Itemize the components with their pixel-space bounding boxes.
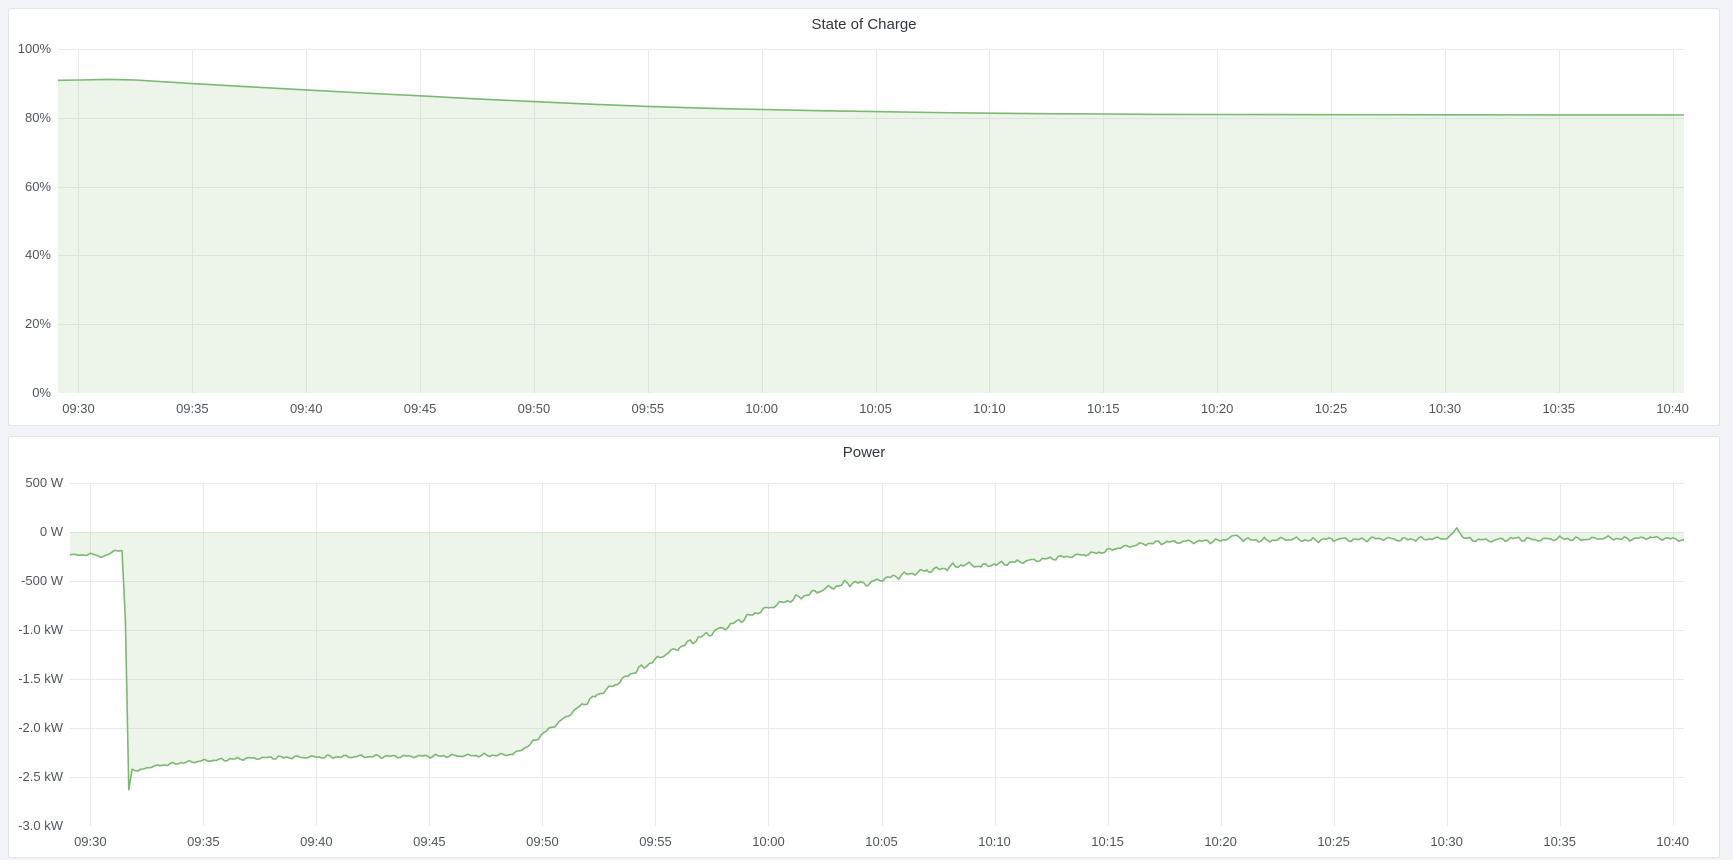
y-axis-tick-label: -2.0 kW (9, 720, 63, 736)
x-axis-tick-label: 10:05 (846, 401, 906, 417)
x-axis-tick-label: 10:35 (1529, 401, 1589, 417)
x-axis-tick-label: 09:40 (276, 401, 336, 417)
x-axis-tick-label: 09:35 (173, 834, 233, 850)
x-axis-tick-label: 09:55 (618, 401, 678, 417)
y-axis-tick-label: -1.0 kW (9, 622, 63, 638)
state-of-charge-area-fill (58, 79, 1684, 393)
x-axis-tick-label: 10:10 (959, 401, 1019, 417)
x-axis-tick-label: 10:15 (1073, 401, 1133, 417)
x-axis-tick-label: 09:30 (60, 834, 120, 850)
x-axis-tick-label: 10:35 (1530, 834, 1590, 850)
state-of-charge-canvas[interactable] (58, 49, 1684, 393)
y-axis-tick-label: 60% (9, 179, 51, 195)
x-axis-tick-label: 09:30 (48, 401, 108, 417)
x-axis-tick-label: 10:20 (1187, 401, 1247, 417)
x-axis-tick-label: 09:50 (512, 834, 572, 850)
x-axis-tick-label: 10:00 (738, 834, 798, 850)
y-axis-tick-label: 0% (9, 385, 51, 401)
state-of-charge-chart[interactable]: 100% 80% 60% 40% 20% 0%09:30 09:35 09:40 09:45 09… (9, 9, 1719, 425)
x-axis-tick-label: 10:25 (1301, 401, 1361, 417)
x-axis-tick-label: 09:45 (390, 401, 450, 417)
power-chart[interactable]: 500 W 0 W -500 W -1.0 kW -1.5 kW -2.0 kW -2.5 … (9, 437, 1719, 857)
y-axis-tick-label: -2.5 kW (9, 769, 63, 785)
x-axis-tick-label: 10:30 (1415, 401, 1475, 417)
x-axis-tick-label: 09:35 (162, 401, 222, 417)
y-axis-tick-label: -3.0 kW (9, 818, 63, 834)
y-axis-tick-label: 0 W (9, 524, 63, 540)
x-axis-tick-label: 10:40 (1643, 401, 1703, 417)
power-area-fill (70, 528, 1684, 790)
y-axis-tick-label: 500 W (9, 475, 63, 491)
x-axis-tick-label: 10:25 (1304, 834, 1364, 850)
y-axis-tick-label: 100% (9, 41, 51, 57)
x-axis-tick-label: 10:15 (1078, 834, 1138, 850)
x-axis-tick-label: 10:30 (1417, 834, 1477, 850)
y-axis-tick-label: 40% (9, 247, 51, 263)
x-axis-tick-label: 09:50 (504, 401, 564, 417)
y-axis-tick-label: -500 W (9, 573, 63, 589)
x-axis-tick-label: 09:45 (399, 834, 459, 850)
x-axis-tick-label: 10:05 (852, 834, 912, 850)
y-axis-tick-label: -1.5 kW (9, 671, 63, 687)
x-axis-tick-label: 09:40 (286, 834, 346, 850)
x-axis-tick-label: 10:20 (1191, 834, 1251, 850)
y-axis-tick-label: 80% (9, 110, 51, 126)
panel-power: Power 500 W0 W-500 W-1.0 kW-1.5 kW-2.0 k… (8, 436, 1720, 858)
y-axis-tick-label: 20% (9, 316, 51, 332)
power-canvas[interactable] (70, 483, 1684, 826)
panel-state-of-charge: State of Charge 100%80%60%40%20%0%09:300… (8, 8, 1720, 426)
x-axis-tick-label: 10:00 (732, 401, 792, 417)
x-axis-tick-label: 10:40 (1643, 834, 1703, 850)
grafana-dashboard: { "style": { "page_background": "#f1f3f7… (0, 0, 1733, 860)
x-axis-tick-label: 10:10 (965, 834, 1025, 850)
x-axis-tick-label: 09:55 (625, 834, 685, 850)
